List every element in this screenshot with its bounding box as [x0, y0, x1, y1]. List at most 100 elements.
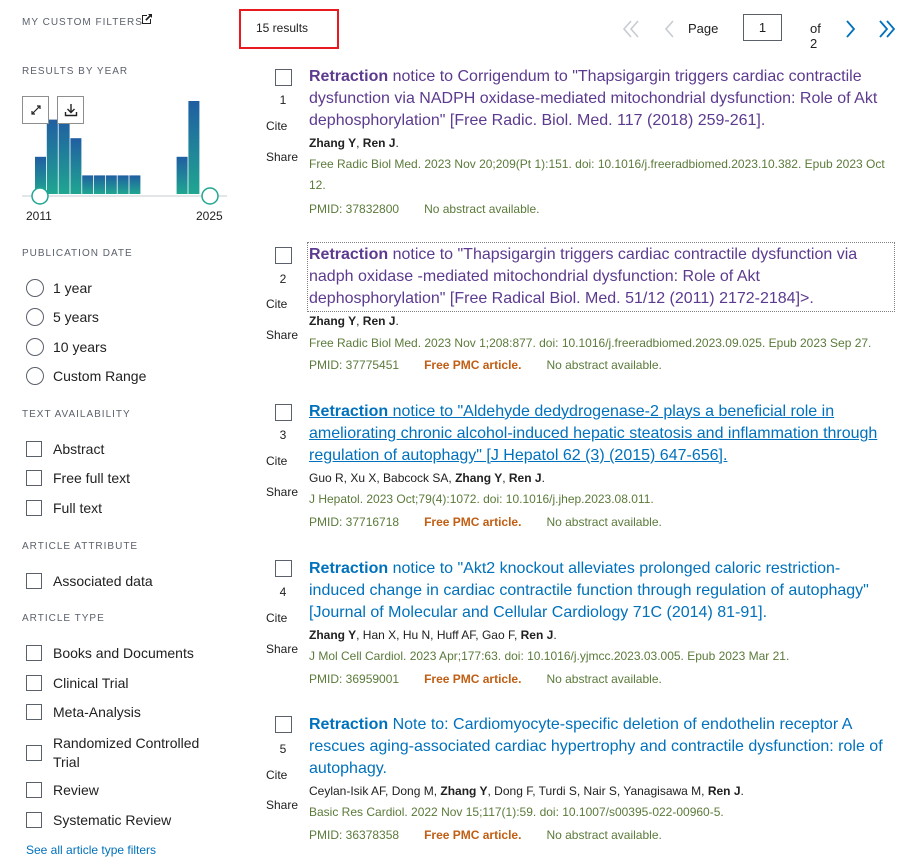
filter-books-and-documents[interactable]: Books and Documents	[26, 645, 194, 661]
radio-button[interactable]	[26, 367, 44, 385]
cite-button[interactable]: Cite	[266, 297, 287, 311]
see-all-article-types-link[interactable]: See all article type filters	[26, 843, 156, 857]
radio-button[interactable]	[26, 308, 44, 326]
year-start-label: 2011	[26, 209, 52, 223]
year-bar-2015[interactable]	[82, 175, 94, 194]
year-bar-2019[interactable]	[129, 175, 141, 194]
year-bar-2014[interactable]	[70, 138, 82, 194]
filter-label: Randomized Controlled Trial	[53, 735, 200, 770]
checkbox[interactable]	[26, 470, 42, 486]
result-pmid-row: PMID: 37716718 Free PMC article. No abst…	[309, 515, 662, 529]
no-abstract-label: No abstract available.	[546, 672, 662, 686]
result-pmid: PMID: 36959001	[309, 672, 400, 686]
filter-free-full-text[interactable]: Free full text	[26, 470, 130, 486]
year-bar-2024[interactable]	[188, 101, 200, 194]
filter-associated-data[interactable]: Associated data	[26, 573, 153, 589]
checkbox[interactable]	[26, 782, 42, 798]
share-button[interactable]: Share	[266, 798, 298, 812]
pubdate-option-1-year[interactable]: 1 year	[26, 279, 92, 297]
title-text: Note to: Cardiomyocyte-specific deletion…	[309, 716, 883, 777]
title-keyword: Retraction	[309, 68, 389, 85]
next-page-icon[interactable]	[840, 19, 860, 39]
year-bar-2016[interactable]	[94, 175, 105, 194]
checkbox[interactable]	[26, 441, 42, 457]
expand-icon	[30, 105, 41, 115]
result-title-link[interactable]: Retraction notice to Corrigendum to "Tha…	[309, 66, 897, 132]
result-title-link[interactable]: Retraction notice to "Aldehyde dedydroge…	[309, 401, 899, 467]
share-button[interactable]: Share	[266, 328, 298, 342]
pubdate-option-label: 5 years	[53, 309, 99, 325]
result-pmid: PMID: 37832800	[309, 202, 400, 216]
filter-label: Meta-Analysis	[53, 704, 141, 720]
filter-label: Free full text	[53, 470, 131, 486]
pubdate-option-custom-range[interactable]: Custom Range	[26, 367, 146, 385]
result-title-link[interactable]: Retraction notice to "Thapsigargin trigg…	[307, 242, 895, 312]
last-page-icon[interactable]	[876, 19, 896, 39]
free-pmc-label: Free PMC article.	[424, 672, 522, 686]
title-keyword: Retraction	[309, 403, 389, 420]
result-select-checkbox[interactable]	[275, 69, 292, 86]
filter-systematic-review[interactable]: Systematic Review	[26, 812, 171, 828]
expand-chart-button[interactable]	[22, 96, 49, 124]
filter-clinical-trial[interactable]: Clinical Trial	[26, 675, 128, 691]
first-page-icon[interactable]	[622, 19, 642, 39]
year-bar-2013[interactable]	[58, 119, 70, 194]
result-title-link[interactable]: Retraction notice to "Akt2 knockout alle…	[309, 558, 891, 624]
result-select-checkbox[interactable]	[275, 404, 292, 421]
checkbox[interactable]	[26, 573, 42, 589]
text-availability-heading: TEXT AVAILABILITY	[22, 409, 131, 420]
external-link-icon[interactable]	[141, 13, 153, 25]
radio-button[interactable]	[26, 338, 44, 356]
filter-abstract[interactable]: Abstract	[26, 441, 104, 457]
year-bar-2018[interactable]	[117, 175, 129, 194]
checkbox[interactable]	[26, 745, 42, 761]
result-citation: J Hepatol. 2023 Oct;79(4):1072. doi: 10.…	[309, 492, 654, 506]
year-bar-2012[interactable]	[46, 119, 58, 194]
checkbox[interactable]	[26, 704, 42, 720]
pubdate-option-10-years[interactable]: 10 years	[26, 338, 107, 356]
filter-review[interactable]: Review	[26, 782, 99, 798]
cite-button[interactable]: Cite	[266, 768, 287, 782]
title-text: notice to "Akt2 knockout alleviates prol…	[309, 560, 869, 621]
result-select-checkbox[interactable]	[275, 247, 292, 264]
year-start-handle[interactable]	[31, 187, 49, 205]
result-select-checkbox[interactable]	[275, 560, 292, 577]
results-count: 15 results	[256, 21, 309, 35]
my-custom-filters-heading[interactable]: MY CUSTOM FILTERS	[22, 17, 143, 28]
cite-button[interactable]: Cite	[266, 454, 287, 468]
no-abstract-label: No abstract available.	[546, 828, 662, 842]
previous-page-icon[interactable]	[660, 19, 680, 39]
result-citation: Basic Res Cardiol. 2022 Nov 15;117(1):59…	[309, 805, 724, 819]
cite-button[interactable]: Cite	[266, 119, 287, 133]
checkbox[interactable]	[26, 500, 42, 516]
filter-meta-analysis[interactable]: Meta-Analysis	[26, 704, 141, 720]
share-button[interactable]: Share	[266, 485, 298, 499]
checkbox[interactable]	[26, 675, 42, 691]
radio-button[interactable]	[26, 279, 44, 297]
pubdate-option-label: 10 years	[53, 339, 107, 355]
result-select-checkbox[interactable]	[275, 716, 292, 733]
pubdate-option-5-years[interactable]: 5 years	[26, 308, 99, 326]
year-bar-2023[interactable]	[176, 156, 188, 194]
download-chart-button[interactable]	[57, 96, 84, 124]
result-number: 4	[279, 585, 287, 599]
result-citation: Free Radic Biol Med. 2023 Nov 20;209(Pt …	[309, 157, 885, 192]
result-number: 3	[279, 428, 287, 442]
title-text: notice to Corrigendum to "Thapsigargin t…	[309, 68, 878, 129]
checkbox[interactable]	[26, 645, 42, 661]
cite-button[interactable]: Cite	[266, 611, 287, 625]
result-title-link[interactable]: Retraction Note to: Cardiomyocyte-specif…	[309, 714, 893, 780]
results-by-year-chart[interactable]	[22, 96, 227, 206]
year-end-handle[interactable]	[201, 187, 219, 205]
filter-label: Full text	[53, 500, 103, 516]
checkbox[interactable]	[26, 812, 42, 828]
free-pmc-label: Free PMC article.	[424, 828, 522, 842]
results-by-year-heading: RESULTS BY YEAR	[22, 66, 129, 77]
filter-randomized-controlled-trial[interactable]: Randomized Controlled Trial	[26, 734, 213, 772]
share-button[interactable]: Share	[266, 150, 298, 164]
page-number-input[interactable]: 1	[743, 14, 782, 41]
filter-full-text[interactable]: Full text	[26, 500, 102, 516]
share-button[interactable]: Share	[266, 642, 298, 656]
year-bar-2017[interactable]	[105, 175, 117, 194]
no-abstract-label: No abstract available.	[546, 515, 662, 529]
